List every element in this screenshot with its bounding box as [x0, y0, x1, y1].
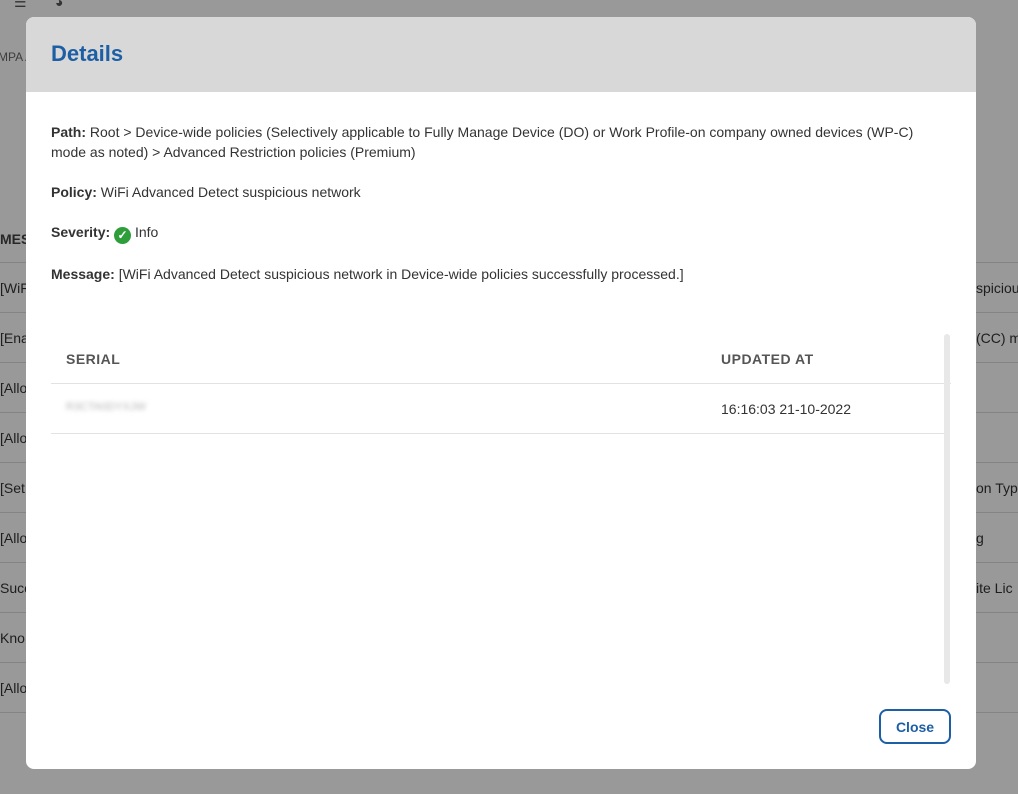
close-button[interactable]: Close	[879, 709, 951, 744]
details-modal: Details Path: Root > Device-wide policie…	[26, 17, 976, 769]
table-row: R3CTA0DYXJW 16:16:03 21-10-2022	[51, 384, 944, 434]
devices-table: SERIAL UPDATED AT R3CTA0DYXJW 16:16:03 2…	[51, 334, 951, 684]
message-label: Message:	[51, 266, 115, 282]
severity-value: Info	[134, 224, 159, 240]
devices-table-header: SERIAL UPDATED AT	[51, 334, 951, 384]
policy-value: WiFi Advanced Detect suspicious network	[100, 184, 361, 200]
table-scrollbar[interactable]	[944, 334, 950, 684]
message-value: [WiFi Advanced Detect suspicious network…	[118, 266, 684, 282]
serial-cell: R3CTA0DYXJW	[66, 401, 146, 413]
check-circle-icon: ✓	[114, 227, 132, 244]
path-label: Path:	[51, 124, 86, 140]
updated-at-column-header[interactable]: UPDATED AT	[721, 351, 814, 367]
message-field: Message: [WiFi Advanced Detect suspiciou…	[51, 264, 941, 284]
updated-at-cell: 16:16:03 21-10-2022	[721, 401, 851, 417]
path-value: Root > Device-wide policies (Selectively…	[51, 124, 914, 160]
modal-header: Details	[26, 17, 976, 92]
modal-body: Path: Root > Device-wide policies (Selec…	[51, 122, 941, 304]
policy-label: Policy:	[51, 184, 97, 200]
policy-field: Policy: WiFi Advanced Detect suspicious …	[51, 182, 941, 202]
path-field: Path: Root > Device-wide policies (Selec…	[51, 122, 941, 162]
severity-label: Severity:	[51, 224, 111, 240]
severity-field: Severity: ✓ Info	[51, 222, 941, 244]
modal-title: Details	[51, 41, 124, 66]
serial-column-header[interactable]: SERIAL	[66, 351, 120, 367]
